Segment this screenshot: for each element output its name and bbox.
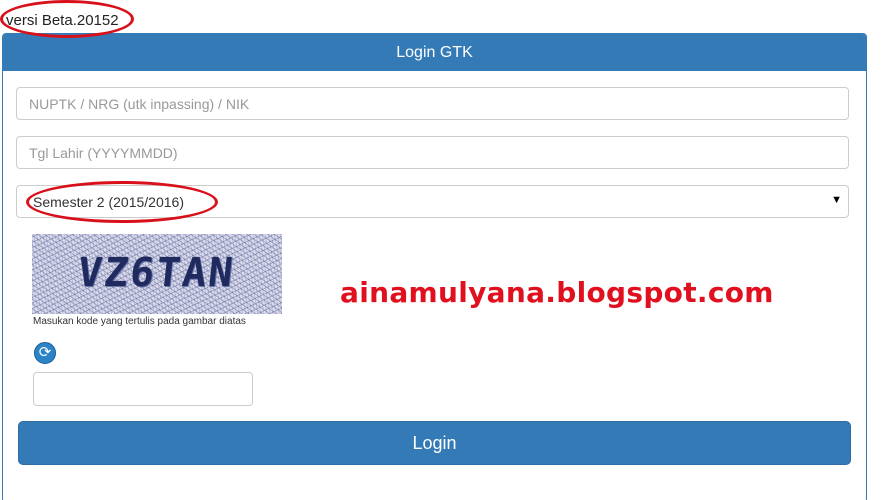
login-button[interactable]: Login xyxy=(18,421,851,465)
semester-select[interactable]: Semester 2 (2015/2016) ▼ xyxy=(16,185,849,218)
tgl-lahir-input[interactable] xyxy=(16,136,849,169)
dropdown-arrow-icon: ▼ xyxy=(831,194,842,206)
semester-selected-value: Semester 2 (2015/2016) xyxy=(33,194,184,210)
captcha-input[interactable] xyxy=(33,372,253,406)
captcha-hint: Masukan kode yang tertulis pada gambar d… xyxy=(33,316,246,327)
refresh-icon[interactable]: ⟳ xyxy=(34,342,56,364)
captcha-image: VZ6TAN xyxy=(32,234,282,314)
panel-title: Login GTK xyxy=(3,34,866,71)
blog-watermark: ainamulyana.blogspot.com xyxy=(340,276,774,309)
nuptk-input[interactable] xyxy=(16,87,849,120)
captcha-text: VZ6TAN xyxy=(75,250,237,296)
version-label: versi Beta.20152 xyxy=(6,12,119,29)
